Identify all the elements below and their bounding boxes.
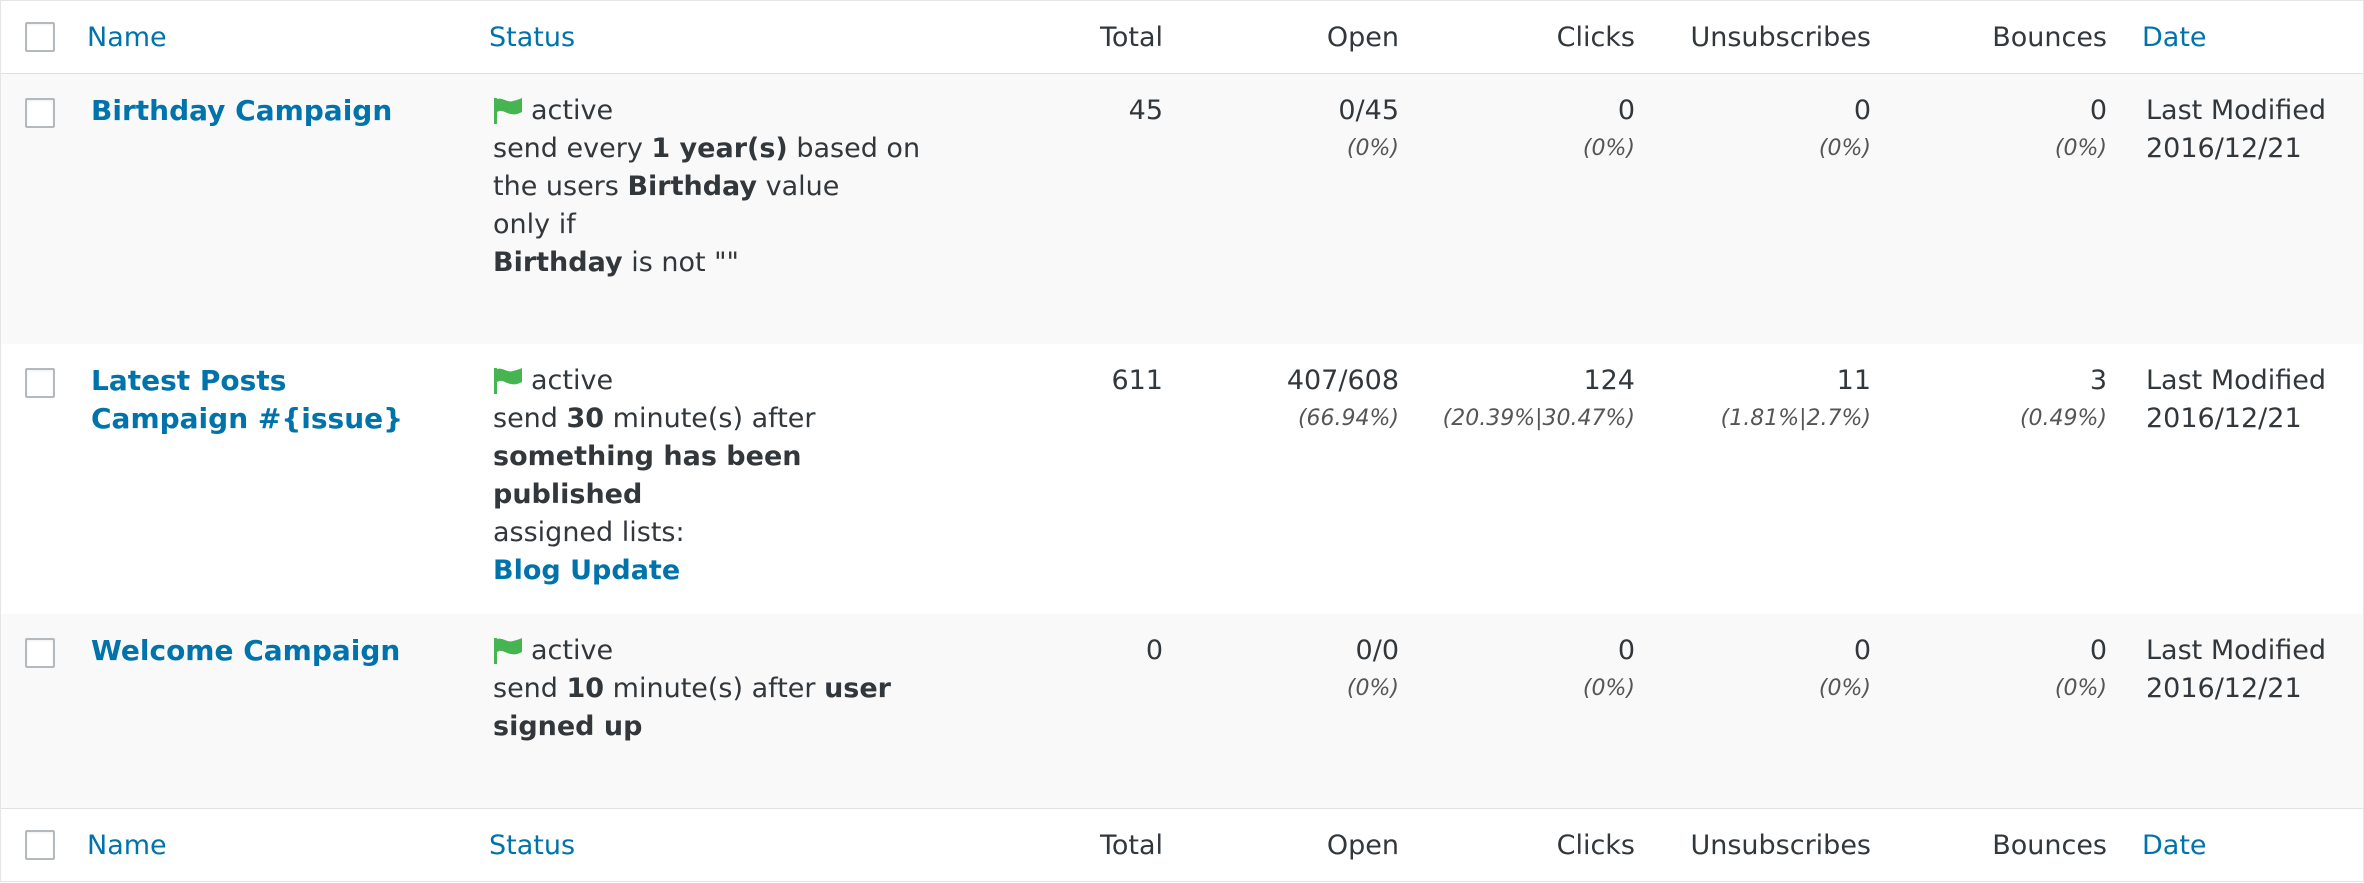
total-value: 611 — [1111, 365, 1163, 396]
open-value: 0/0 (0%) — [1346, 635, 1399, 701]
table-footer: Name Status Total Open Clicks Unsubscrib… — [1, 808, 2363, 881]
select-all-checkbox[interactable] — [25, 22, 55, 52]
green-flag-icon — [494, 368, 522, 394]
column-header-bounces: Bounces — [1992, 830, 2107, 861]
unsubscribes-value: 0 (0%) — [1818, 635, 1871, 701]
clicks-value: 0 (0%) — [1582, 95, 1635, 161]
campaign-schedule: send 10 minute(s) after user signed up — [493, 673, 891, 742]
column-header-name[interactable]: Name — [87, 809, 167, 883]
column-header-open: Open — [1326, 830, 1399, 861]
campaign-schedule: send 30 minute(s) after something has be… — [493, 403, 816, 510]
status-label: active — [531, 95, 614, 126]
column-header-date[interactable]: Date — [2142, 1, 2207, 75]
unsubscribes-value: 0 (0%) — [1818, 95, 1871, 161]
unsubscribes-value: 11 (1.81%|2.7%) — [1720, 365, 1871, 431]
column-header-clicks: Clicks — [1556, 22, 1635, 53]
column-header-status[interactable]: Status — [489, 809, 575, 883]
table-header: Name Status Total Open Clicks Unsubscrib… — [1, 1, 2363, 74]
row-checkbox[interactable] — [25, 368, 55, 398]
total-value: 0 — [1145, 635, 1163, 666]
table-row: Welcome Campaign active send 10 minute(s… — [1, 614, 2363, 808]
open-value: 0/45 (0%) — [1338, 95, 1399, 161]
column-header-bounces: Bounces — [1992, 22, 2107, 53]
column-header-status[interactable]: Status — [489, 1, 575, 75]
clicks-value: 124 (20.39%|30.47%) — [1442, 365, 1635, 431]
select-all-checkbox[interactable] — [25, 830, 55, 860]
campaign-schedule: send every 1 year(s) based on the users … — [493, 133, 921, 202]
campaign-status: active send 10 minute(s) after user sign… — [493, 632, 953, 746]
column-header-clicks: Clicks — [1556, 830, 1635, 861]
row-checkbox[interactable] — [25, 638, 55, 668]
green-flag-icon — [494, 98, 522, 124]
bounces-value: 0 (0%) — [2054, 95, 2107, 161]
list-link[interactable]: Blog Update — [493, 555, 680, 586]
column-header-name[interactable]: Name — [87, 1, 167, 75]
assigned-lists-label: assigned lists: — [493, 517, 685, 548]
date-value: Last Modified 2016/12/21 — [2146, 95, 2327, 164]
campaign-status: active send 30 minute(s) after something… — [493, 362, 953, 590]
date-value: Last Modified 2016/12/21 — [2146, 635, 2327, 704]
campaign-name-link[interactable]: Birthday Campaign — [91, 92, 451, 130]
column-header-total: Total — [1099, 22, 1163, 53]
row-checkbox[interactable] — [25, 98, 55, 128]
open-value: 407/608 (66.94%) — [1286, 365, 1399, 431]
campaign-condition-label: only if — [493, 209, 576, 240]
column-header-unsubscribes: Unsubscribes — [1690, 22, 1871, 53]
column-header-date[interactable]: Date — [2142, 809, 2207, 883]
status-label: active — [531, 365, 614, 396]
column-header-open: Open — [1326, 22, 1399, 53]
table-row: Birthday Campaign active send every 1 ye… — [1, 74, 2363, 344]
bounces-value: 0 (0%) — [2054, 635, 2107, 701]
green-flag-icon — [494, 638, 522, 664]
total-value: 45 — [1128, 95, 1163, 126]
column-header-unsubscribes: Unsubscribes — [1690, 830, 1871, 861]
bounces-value: 3 (0.49%) — [2019, 365, 2107, 431]
campaign-condition: Birthday is not "" — [493, 247, 739, 278]
campaign-status: active send every 1 year(s) based on the… — [493, 92, 953, 282]
table-row: Latest Posts Campaign #{issue} active se… — [1, 344, 2363, 614]
campaign-name-link[interactable]: Latest Posts Campaign #{issue} — [91, 362, 451, 438]
campaigns-table: Name Status Total Open Clicks Unsubscrib… — [0, 0, 2364, 882]
status-label: active — [531, 635, 614, 666]
campaign-name-link[interactable]: Welcome Campaign — [91, 632, 451, 670]
date-value: Last Modified 2016/12/21 — [2146, 365, 2327, 434]
clicks-value: 0 (0%) — [1582, 635, 1635, 701]
column-header-total: Total — [1099, 830, 1163, 861]
